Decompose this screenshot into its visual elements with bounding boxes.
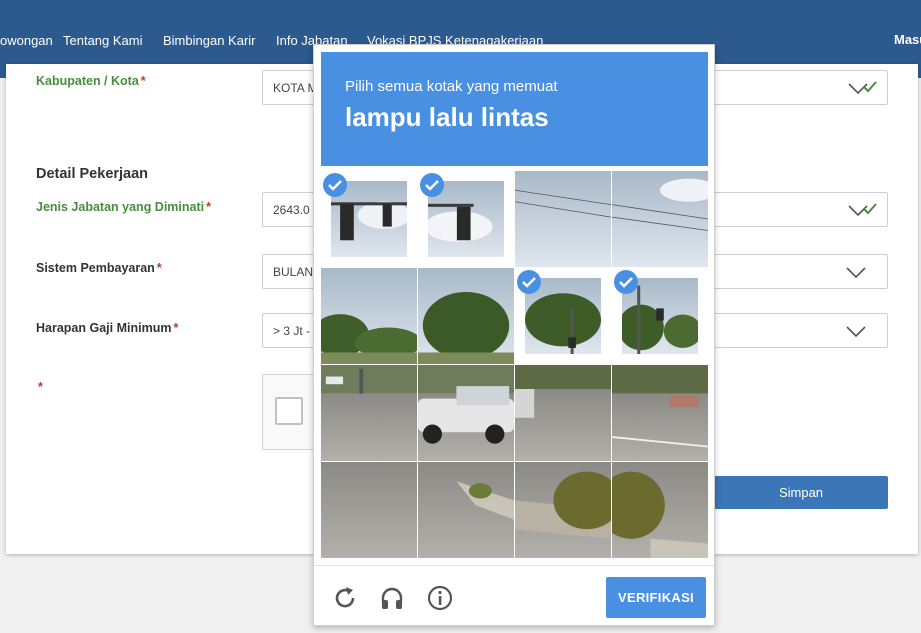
nav-login-link[interactable]: Masu [894,32,921,47]
kabupaten-value: KOTA M [273,81,318,95]
nav-item-lowongan[interactable]: owongan [0,33,53,48]
challenge-footer: VERIFIKASI [314,565,714,627]
chevron-down-icon [846,326,866,338]
section-title-detail-pekerjaan: Detail Pekerjaan [36,166,149,182]
challenge-tile-8[interactable] [612,268,708,364]
valid-check-icon [863,81,877,93]
jabatan-value: 2643.0 [273,203,310,217]
recaptcha-checkbox[interactable] [275,397,303,425]
challenge-tile-4[interactable] [612,171,708,267]
pembayaran-value: BULAN [273,265,314,279]
selected-check-icon [614,270,638,294]
challenge-tile-6[interactable] [418,268,514,364]
road-median-image [418,462,514,558]
selected-check-icon [517,270,541,294]
challenge-header: Pilih semua kotak yang memuat lampu lalu… [321,52,708,166]
audio-icon[interactable] [378,584,406,612]
challenge-tile-9[interactable] [321,365,417,461]
challenge-tile-14[interactable] [418,462,514,558]
gaji-value: > 3 Jt - [273,324,311,338]
reload-icon[interactable] [331,584,359,612]
nav-item-tentang-kami[interactable]: Tentang Kami [63,33,143,48]
car-image [418,365,514,461]
valid-check-icon [863,203,877,215]
challenge-instruction: Pilih semua kotak yang memuat [345,78,558,95]
challenge-target-object: lampu lalu lintas [345,102,549,132]
nav-item-bimbingan-karir[interactable]: Bimbingan Karir [163,33,256,48]
road-image [515,365,611,461]
jabatan-label: Jenis Jabatan yang Diminati * [36,200,211,214]
challenge-tile-15[interactable] [515,462,611,558]
shrub-image [612,462,708,558]
sky-wires-image [612,171,708,267]
recaptcha-challenge-popup: Pilih semua kotak yang memuat lampu lalu… [313,44,715,626]
challenge-tile-12[interactable] [612,365,708,461]
road-image [321,365,417,461]
road-image [612,365,708,461]
trees-image [418,268,514,364]
verify-button[interactable]: VERIFIKASI [606,577,706,618]
challenge-tile-7[interactable] [515,268,611,364]
shrub-image [515,462,611,558]
road-image [321,462,417,558]
pembayaran-label: Sistem Pembayaran * [36,261,162,275]
captcha-required-mark: * [38,380,43,394]
selected-check-icon [323,173,347,197]
simpan-button[interactable]: Simpan [714,476,888,509]
sky-wires-image [515,171,611,267]
challenge-tile-1[interactable] [321,171,417,267]
chevron-down-icon [846,267,866,279]
challenge-tile-10[interactable] [418,365,514,461]
challenge-tile-11[interactable] [515,365,611,461]
kabupaten-label: Kabupaten / Kota * [36,74,146,88]
info-icon[interactable] [426,584,454,612]
challenge-tile-16[interactable] [612,462,708,558]
trees-image [321,268,417,364]
challenge-tile-13[interactable] [321,462,417,558]
challenge-tile-5[interactable] [321,268,417,364]
challenge-tile-3[interactable] [515,171,611,267]
selected-check-icon [420,173,444,197]
gaji-label: Harapan Gaji Minimum * [36,321,179,335]
challenge-tile-2[interactable] [418,171,514,267]
challenge-image-grid [321,171,708,558]
